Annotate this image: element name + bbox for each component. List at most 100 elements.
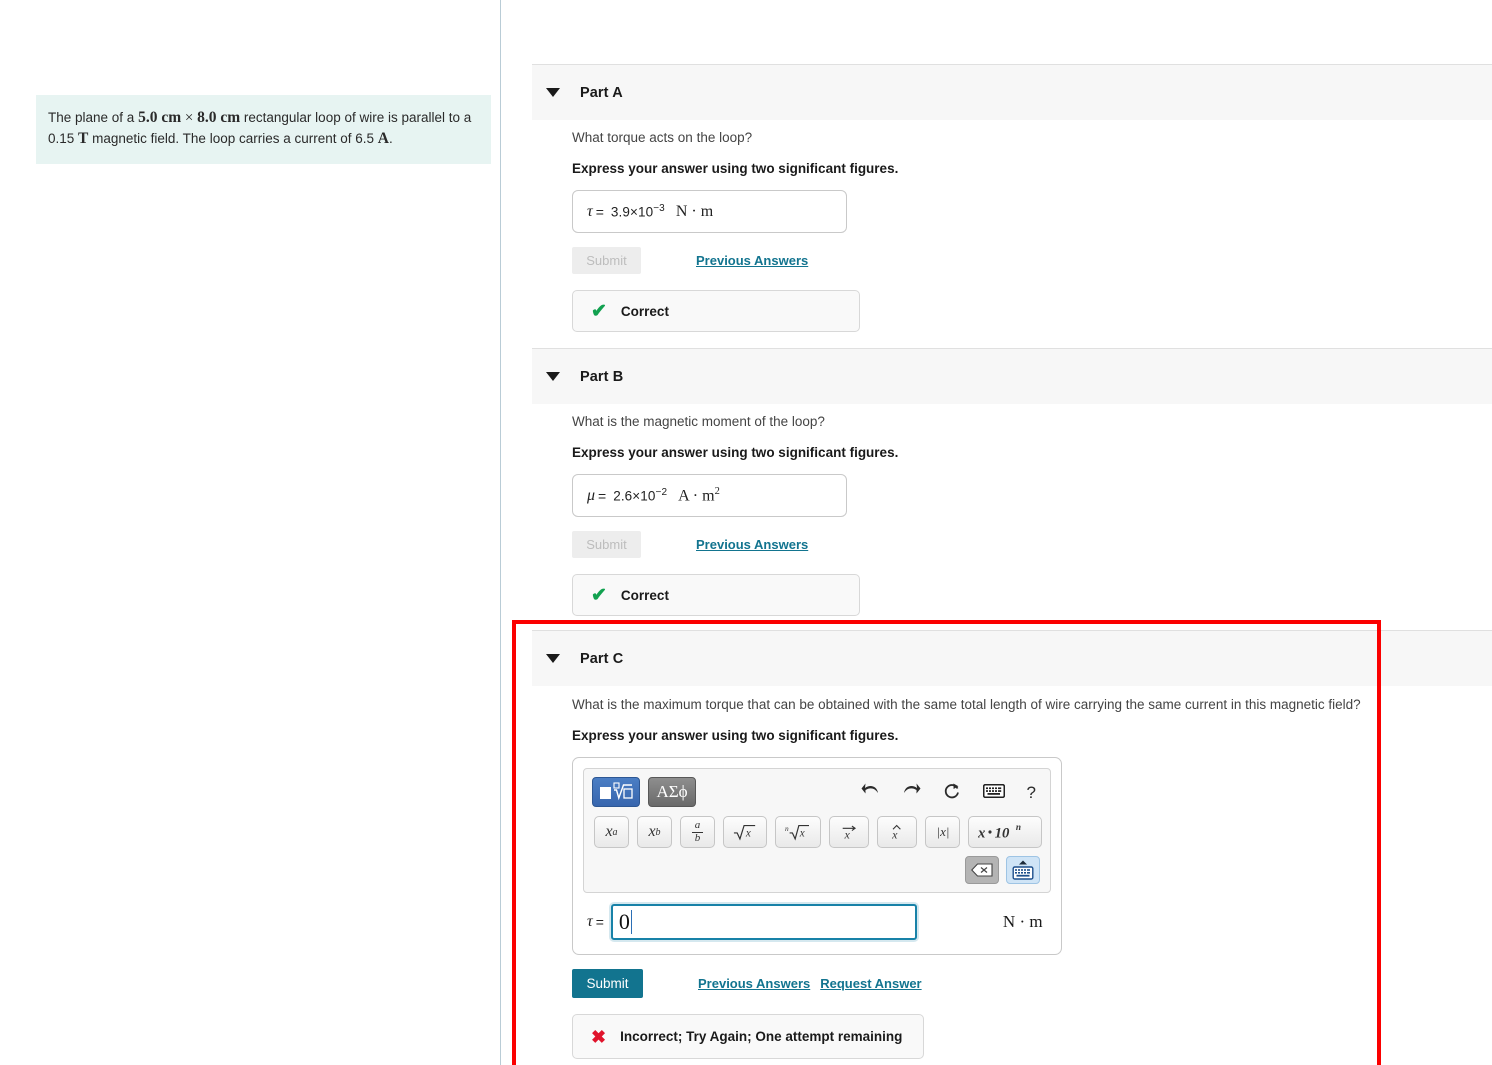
greek-symbols-label: ΑΣϕ [656, 782, 688, 801]
fraction-key[interactable]: ab [680, 816, 715, 848]
svg-text:10: 10 [995, 826, 1010, 842]
reset-icon[interactable] [943, 782, 961, 803]
help-icon[interactable]: ? [1027, 784, 1036, 801]
chevron-down-icon[interactable] [546, 654, 560, 663]
part-a-unit: N · m [675, 202, 714, 220]
math-editor-actions: ? [861, 782, 1036, 803]
part-b-status-badge: ✔ Correct [572, 574, 860, 616]
absolute-value-key[interactable]: |x| [925, 816, 961, 848]
part-a-status-text: Correct [620, 303, 669, 319]
dimension-2: 8.0 cm [197, 109, 241, 126]
problem-text-part2: rectangular loop of wire is parallel to … [240, 110, 472, 125]
part-b-question: What is the magnetic moment of the loop? [572, 414, 825, 429]
page-root: The plane of a 5.0 cm × 8.0 cm rectangul… [0, 0, 1492, 1065]
problem-text-part5: . [388, 130, 393, 146]
template-mode-button[interactable] [592, 777, 640, 807]
square-root-key[interactable]: x [723, 816, 767, 848]
part-c-header[interactable]: Part C [532, 630, 1492, 686]
problem-text-part3: 0.15 [48, 130, 79, 146]
part-b-unit: A · m2 [678, 485, 720, 505]
problem-text-part1: The plane of a [48, 110, 139, 125]
part-a-instruction: Express your answer using two significan… [572, 161, 899, 176]
nth-root-key[interactable]: nx [775, 816, 821, 848]
backspace-key[interactable] [965, 856, 999, 884]
part-c-answer-row: τ = 0 N · m [583, 904, 1051, 944]
part-a-symbol: τ [587, 202, 593, 220]
part-a-equals: = [595, 203, 604, 220]
vector-key[interactable]: x [828, 816, 870, 848]
scientific-notation-key[interactable]: x 10 n [968, 816, 1042, 848]
part-b-previous-answers-link[interactable]: Previous Answers [696, 537, 808, 552]
part-b-title: Part B [580, 368, 624, 385]
part-b-body: What is the magnetic moment of the loop?… [572, 414, 898, 616]
svg-text:x: x [799, 828, 805, 840]
part-c-question: What is the maximum torque that can be o… [572, 697, 1361, 712]
part-a-header[interactable]: Part A [532, 64, 1492, 120]
math-editor-toolbar-top-row: ΑΣϕ ? [592, 775, 1042, 809]
part-a-body: What torque acts on the loop? Express yo… [572, 130, 898, 332]
part-c-previous-answers-link[interactable]: Previous Answers [698, 976, 810, 991]
part-a-title: Part A [580, 84, 623, 101]
part-c-equals: = [595, 914, 604, 930]
problem-statement-pane: The plane of a 5.0 cm × 8.0 cm rectangul… [0, 0, 500, 1065]
part-b-status-text: Correct [620, 587, 669, 603]
chevron-down-icon[interactable] [546, 372, 560, 381]
redo-icon[interactable] [902, 782, 921, 802]
keyboard-icon[interactable] [982, 783, 1005, 801]
problem-text-part4: magnetic field. The loop carries a curre… [88, 130, 378, 146]
svg-text:x: x [978, 826, 986, 842]
parts-column: Part A What torque acts on the loop? Exp… [532, 0, 1492, 1065]
part-a-previous-answers-link[interactable]: Previous Answers [696, 253, 808, 268]
part-b-button-row: Submit Previous Answers [572, 531, 898, 558]
part-c-status-text: Incorrect; Try Again; One attempt remain… [620, 1029, 903, 1044]
part-c-submit-button[interactable]: Submit [572, 969, 643, 998]
check-icon: ✔ [591, 584, 607, 606]
pane-divider [500, 0, 501, 1065]
greek-symbols-button[interactable]: ΑΣϕ [648, 777, 696, 807]
part-c-status-badge: ✖ Incorrect; Try Again; One attempt rema… [572, 1014, 924, 1059]
part-a-submit-button[interactable]: Submit [572, 247, 641, 274]
text-cursor [630, 910, 632, 934]
unit-tesla: T [78, 129, 89, 147]
hat-key[interactable]: x [877, 816, 918, 848]
check-icon: ✔ [591, 300, 607, 322]
part-b-value: 2.6×10−2 [613, 487, 668, 504]
svg-text:n: n [785, 824, 789, 833]
part-b-answer-field[interactable]: μ = 2.6×10−2 A · m2 [572, 474, 847, 517]
problem-statement: The plane of a 5.0 cm × 8.0 cm rectangul… [36, 95, 491, 165]
unit-ampere: A [377, 129, 389, 147]
part-b-equals: = [598, 487, 607, 504]
part-c-symbol: τ [587, 913, 593, 930]
part-c-unit: N · m [1002, 912, 1043, 931]
part-a-answer-field[interactable]: τ = 3.9×10−3 N · m [572, 190, 847, 233]
part-c-answer-input[interactable]: 0 [610, 904, 917, 940]
superscript-key[interactable]: xa [594, 816, 629, 848]
svg-text:x: x [745, 828, 751, 840]
x-icon: ✖ [591, 1026, 607, 1047]
svg-text:n: n [1016, 822, 1021, 832]
part-b-instruction: Express your answer using two significan… [572, 445, 899, 460]
part-c-title: Part C [580, 650, 624, 667]
part-a-status-badge: ✔ Correct [572, 290, 860, 332]
undo-icon[interactable] [861, 782, 880, 802]
keyboard-toggle-key[interactable] [1006, 856, 1040, 884]
part-b-submit-button[interactable]: Submit [572, 531, 641, 558]
math-editor-panel: ΑΣϕ ? x a x b a b x n x x x |x| x 10 n τ… [572, 757, 1062, 955]
part-c-body: What is the maximum torque that can be o… [572, 697, 1361, 1059]
part-a-button-row: Submit Previous Answers [572, 247, 898, 274]
part-b-symbol: μ [587, 486, 596, 504]
chevron-down-icon[interactable] [546, 88, 560, 97]
part-b-header[interactable]: Part B [532, 348, 1492, 404]
part-a-question: What torque acts on the loop? [572, 130, 753, 145]
part-c-input-value: 0 [618, 909, 630, 934]
math-editor-template-keys: xa xb ab x nx x x |x| x 10 n [592, 816, 1042, 848]
dimension-1: 5.0 cm [138, 109, 182, 126]
part-c-button-row: Submit Previous Answers Request Answer [572, 969, 1361, 998]
times-symbol: × [184, 110, 194, 126]
part-a-value: 3.9×10−3 [610, 203, 665, 220]
math-editor-toolbar: ΑΣϕ ? x a x b a b x n x x x |x| x 10 n [583, 768, 1051, 893]
part-c-request-answer-link[interactable]: Request Answer [820, 976, 921, 991]
root-template-icon [600, 782, 633, 801]
svg-text:x: x [843, 827, 850, 841]
subscript-key[interactable]: xb [637, 816, 672, 848]
